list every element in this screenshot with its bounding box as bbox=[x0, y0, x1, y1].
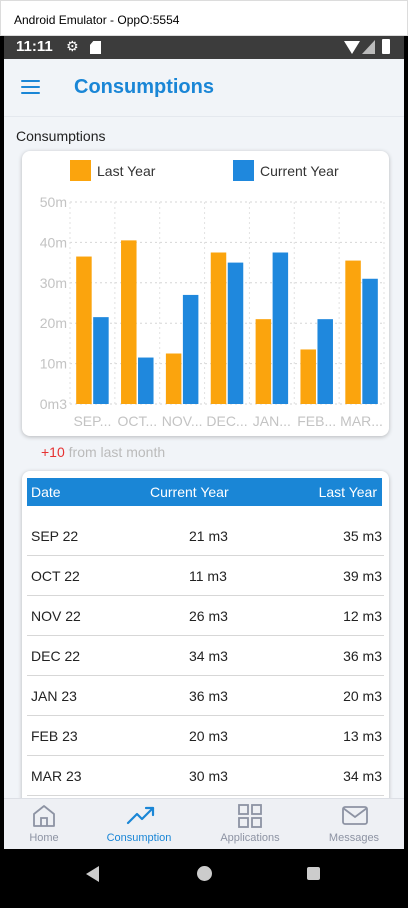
cell-date: JAN 23 bbox=[31, 688, 77, 704]
cell-last-year: 34 m3 bbox=[343, 768, 382, 784]
bar-current-year bbox=[138, 357, 154, 404]
cell-date: FEB 23 bbox=[31, 728, 78, 744]
table-row: JAN 23 36 m3 20 m3 bbox=[27, 676, 384, 716]
recents-square-icon[interactable] bbox=[307, 867, 320, 880]
delta-text: +10 from last month bbox=[41, 444, 165, 460]
cell-last-year: 20 m3 bbox=[343, 688, 382, 704]
table-row: NOV 22 26 m3 12 m3 bbox=[27, 596, 384, 636]
x-tick-label: SEP... bbox=[73, 413, 111, 429]
bar-last-year bbox=[76, 256, 92, 404]
y-tick-label: 50m bbox=[40, 194, 67, 210]
cell-last-year: 36 m3 bbox=[343, 648, 382, 664]
cell-current-year: 21 m3 bbox=[189, 528, 228, 544]
table-header: Date Current Year Last Year bbox=[27, 478, 382, 506]
table-row: OCT 22 11 m3 39 m3 bbox=[27, 556, 384, 596]
bar-last-year bbox=[300, 349, 316, 404]
header-current-year: Current Year bbox=[150, 484, 229, 500]
y-tick-label: 30m bbox=[40, 275, 67, 291]
cell-date: MAR 23 bbox=[31, 768, 82, 784]
bar-last-year bbox=[165, 353, 182, 404]
table-row: FEB 23 20 m3 13 m3 bbox=[27, 716, 384, 756]
android-navigation-bar bbox=[4, 849, 404, 908]
header-last-year: Last Year bbox=[318, 484, 377, 500]
status-bar: 11:11 ⚙ bbox=[4, 36, 404, 59]
bar-last-year bbox=[121, 240, 137, 404]
nav-applications-label: Applications bbox=[220, 832, 280, 844]
bar-current-year bbox=[182, 294, 199, 404]
y-tick-label: 40m bbox=[40, 234, 67, 250]
apps-grid-icon bbox=[238, 804, 262, 828]
sd-card-icon bbox=[90, 41, 101, 54]
cell-current-year: 30 m3 bbox=[189, 768, 228, 784]
bar-last-year bbox=[345, 260, 361, 404]
hamburger-menu-icon[interactable] bbox=[21, 80, 41, 96]
chart-card: Last Year Current Year 0m3 10m 20m 30m 40m 50… bbox=[22, 151, 389, 436]
table-row: MAR 23 30 m3 34 m3 bbox=[27, 756, 384, 796]
settings-gear-icon: ⚙ bbox=[66, 38, 79, 54]
trending-up-icon bbox=[126, 806, 155, 825]
cell-current-year: 26 m3 bbox=[189, 608, 228, 624]
nav-consumption[interactable]: Consumption bbox=[89, 799, 189, 849]
bar-current-year bbox=[362, 278, 378, 404]
cell-last-year: 35 m3 bbox=[343, 528, 382, 544]
table-row: SEP 22 21 m3 35 m3 bbox=[27, 516, 384, 556]
cell-current-year: 11 m3 bbox=[189, 568, 227, 584]
section-title: Consumptions bbox=[16, 128, 106, 144]
x-tick-label: JAN... bbox=[253, 413, 291, 429]
emulator-window: Android Emulator - OppO:5554 11:11 ⚙ Con… bbox=[0, 0, 408, 908]
cell-last-year: 13 m3 bbox=[343, 728, 382, 744]
table-row: DEC 22 34 m3 36 m3 bbox=[27, 636, 384, 676]
cell-date: DEC 22 bbox=[31, 648, 81, 664]
home-circle-icon[interactable] bbox=[197, 866, 212, 881]
cell-date: SEP 22 bbox=[31, 528, 79, 544]
page-title: Consumptions bbox=[74, 76, 214, 98]
bar-current-year bbox=[93, 317, 109, 404]
bottom-navigation: Home Consumption Applications Messages bbox=[4, 798, 404, 849]
app-content: Consumptions Consumptions Last Year Curr… bbox=[4, 59, 404, 849]
cell-current-year: 20 m3 bbox=[189, 728, 228, 744]
emulator-frame-edge bbox=[404, 36, 408, 908]
bar-last-year bbox=[255, 319, 272, 404]
x-tick-label: DEC... bbox=[206, 413, 247, 429]
y-tick-label: 0m3 bbox=[40, 396, 67, 412]
y-tick-label: 10m bbox=[40, 356, 67, 372]
back-icon[interactable] bbox=[86, 866, 99, 882]
device-screen: 11:11 ⚙ Consumptions Consumptions Last Y… bbox=[4, 36, 404, 908]
consumption-table-card: Date Current Year Last Year SEP 22 21 m3 3… bbox=[22, 471, 389, 849]
nav-home-label: Home bbox=[29, 832, 59, 844]
x-tick-label: OCT... bbox=[117, 413, 157, 429]
bar-last-year bbox=[210, 252, 227, 404]
bar-current-year bbox=[272, 252, 289, 404]
bar-current-year bbox=[317, 319, 333, 404]
header-date: Date bbox=[31, 484, 61, 500]
battery-icon bbox=[382, 39, 390, 54]
x-tick-label: MAR... bbox=[340, 413, 383, 429]
mail-icon bbox=[342, 806, 368, 825]
bar-current-year bbox=[227, 262, 244, 404]
nav-home[interactable]: Home bbox=[4, 799, 94, 849]
cell-date: OCT 22 bbox=[31, 568, 80, 584]
wifi-icon bbox=[344, 41, 360, 54]
nav-applications[interactable]: Applications bbox=[200, 799, 300, 849]
x-tick-label: NOV... bbox=[162, 413, 203, 429]
delta-value: +10 bbox=[41, 444, 65, 460]
cell-current-year: 36 m3 bbox=[189, 688, 228, 704]
window-title: Android Emulator - OppO:5554 bbox=[14, 13, 180, 27]
nav-messages[interactable]: Messages bbox=[304, 799, 404, 849]
status-time: 11:11 bbox=[16, 38, 53, 55]
cell-current-year: 34 m3 bbox=[189, 648, 228, 664]
window-titlebar: Android Emulator - OppO:5554 bbox=[0, 0, 408, 36]
cell-date: NOV 22 bbox=[31, 608, 81, 624]
nav-messages-label: Messages bbox=[328, 832, 380, 844]
cell-last-year: 12 m3 bbox=[343, 608, 382, 624]
x-tick-label: FEB... bbox=[297, 413, 336, 429]
bar-chart: 0m3 10m 20m 30m 40m 50m SEP... OCT... NOV... DEC.… bbox=[40, 194, 385, 429]
cell-signal-icon bbox=[362, 40, 375, 54]
y-tick-label: 20m bbox=[40, 315, 67, 331]
delta-label: from last month bbox=[64, 444, 166, 460]
home-icon bbox=[33, 805, 55, 827]
nav-consumption-label: Consumption bbox=[106, 832, 172, 844]
app-bar: Consumptions bbox=[4, 59, 404, 117]
cell-last-year: 39 m3 bbox=[343, 568, 382, 584]
